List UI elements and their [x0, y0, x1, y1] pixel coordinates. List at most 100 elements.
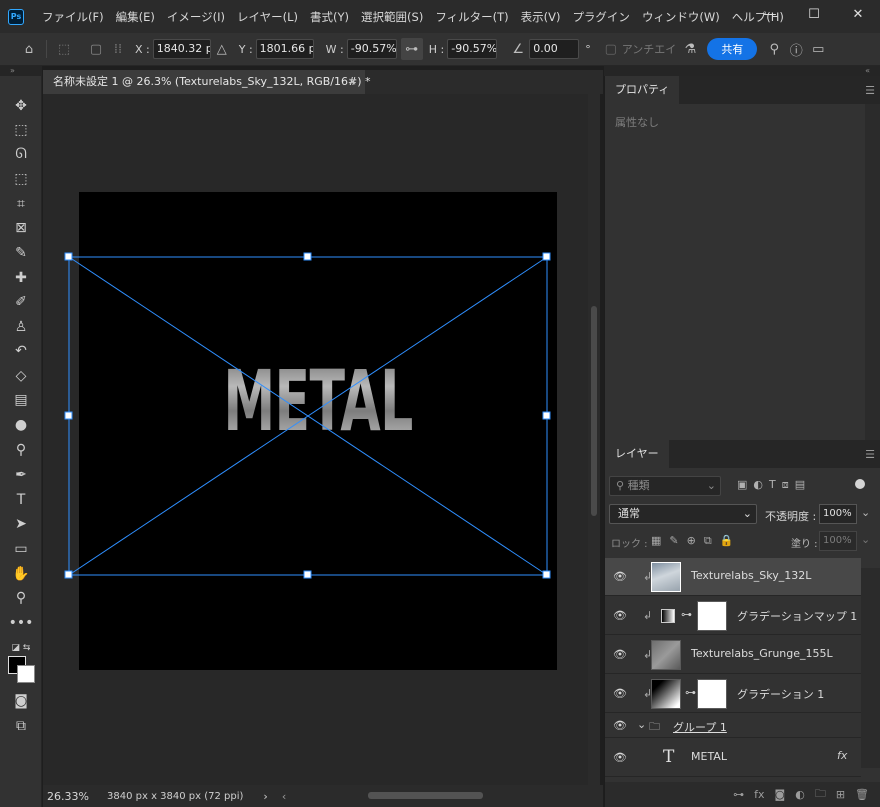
close-button[interactable]: ✕	[836, 0, 880, 28]
new-group-icon[interactable]: 🗀	[815, 785, 826, 804]
menu-view[interactable]: 表示(V)	[515, 9, 567, 25]
lasso-tool-icon[interactable]: ᘏ	[9, 144, 33, 164]
visibility-eye-icon[interactable]: 👁	[613, 609, 627, 622]
properties-tab[interactable]: プロパティ	[605, 76, 680, 104]
adjustment-layer-icon[interactable]: ◐	[795, 788, 805, 801]
eyedropper-tool-icon[interactable]: ✎	[9, 243, 33, 263]
new-layer-icon[interactable]: ⊞	[836, 788, 845, 801]
add-style-icon[interactable]: fx	[754, 788, 764, 801]
transform-handle-right[interactable]	[542, 411, 551, 420]
layers-tab[interactable]: レイヤー	[605, 440, 669, 468]
properties-scrollbar[interactable]	[865, 104, 880, 440]
path-selection-tool-icon[interactable]: ➤	[9, 514, 33, 534]
transform-handle-bottom[interactable]	[303, 570, 312, 579]
layer-mask-thumbnail[interactable]	[697, 679, 727, 709]
dodge-tool-icon[interactable]: ⚲	[9, 440, 33, 460]
fx-icon[interactable]: fx	[837, 749, 847, 762]
more-tools-icon[interactable]: •••	[9, 613, 34, 633]
rectangle-tool-icon[interactable]: ▭	[9, 539, 33, 559]
link-layers-icon[interactable]: ⊶	[733, 788, 744, 801]
canvas-area[interactable]: METAL	[43, 94, 588, 785]
delete-layer-icon[interactable]: 🗑	[855, 788, 869, 801]
filter-toggle-icon[interactable]	[855, 479, 865, 489]
menu-plugins[interactable]: プラグイン	[566, 9, 636, 25]
transform-bounding-box[interactable]	[43, 94, 588, 785]
layer-row-group[interactable]: 👁 ⌄ 🗀 グループ 1	[605, 714, 861, 738]
mask-link-icon[interactable]: ⊶	[685, 686, 696, 699]
visibility-eye-icon[interactable]: 👁	[613, 570, 627, 583]
link-icon[interactable]: ⊶	[400, 38, 423, 60]
panel-collapse-strip[interactable]: «	[604, 66, 880, 76]
transform-handle-left[interactable]	[64, 411, 73, 420]
mask-link-icon[interactable]: ⊶	[681, 608, 692, 621]
rotation-field[interactable]: 0.00	[529, 39, 580, 59]
clone-stamp-tool-icon[interactable]: ♙	[9, 317, 33, 337]
minimize-button[interactable]: —	[748, 0, 792, 28]
transform-handle-bottom-left[interactable]	[64, 570, 73, 579]
menu-edit[interactable]: 編集(E)	[110, 9, 161, 25]
chevron-down-icon[interactable]: ⌄	[637, 718, 646, 731]
width-field[interactable]: -90.57%	[346, 39, 397, 59]
layer-row-metal-text[interactable]: 👁 T METAL fx	[605, 739, 861, 777]
visibility-eye-icon[interactable]: 👁	[613, 687, 627, 700]
help-icon[interactable]: ⓘ	[785, 38, 807, 60]
lock-icons[interactable]: ▦✎⊕⧉🔒	[651, 534, 741, 548]
visibility-eye-icon[interactable]: 👁	[613, 648, 627, 661]
opacity-field[interactable]: 100%	[819, 504, 857, 524]
vertical-scrollbar[interactable]	[588, 94, 600, 785]
search-icon[interactable]: ⚲	[763, 38, 785, 60]
transform-handle-top-right[interactable]	[542, 252, 551, 261]
scroll-left-arrow[interactable]: ‹	[282, 790, 286, 803]
screen-mode-icon[interactable]: ⧉	[9, 716, 33, 736]
fill-chevron-icon[interactable]: ⌄	[861, 533, 870, 546]
relative-position-icon[interactable]: △	[211, 38, 233, 60]
layer-row-gradient-map[interactable]: 👁 ↲ ⊶ グラデーションマップ 1	[605, 597, 861, 635]
document-tab[interactable]: 名称未設定 1 @ 26.3% (Texturelabs_Sky_132L, R…	[43, 70, 371, 94]
pen-tool-icon[interactable]: ✒	[9, 465, 33, 485]
toolbar-collapse-strip[interactable]: »	[0, 66, 42, 76]
layer-filter-icons[interactable]: ▣◐T⧈▤	[737, 478, 811, 492]
layers-scrollbar[interactable]	[861, 568, 880, 768]
y-position-field[interactable]: 1801.66 px	[255, 39, 314, 59]
menu-filter[interactable]: フィルター(T)	[429, 9, 514, 25]
transform-handle-top[interactable]	[303, 252, 312, 261]
layers-menu-icon[interactable]: ☰	[865, 448, 875, 461]
move-tool-icon[interactable]: ✥	[9, 96, 33, 116]
hand-tool-icon[interactable]: ✋	[9, 564, 33, 584]
menu-select[interactable]: 選択範囲(S)	[355, 9, 429, 25]
height-field[interactable]: -90.57%	[447, 39, 498, 59]
menu-window[interactable]: ウィンドウ(W)	[636, 9, 726, 25]
blur-tool-icon[interactable]: ●	[9, 415, 33, 435]
frame-tool-icon[interactable]: ⊠	[9, 218, 33, 238]
vertical-scrollbar-thumb[interactable]	[591, 306, 597, 516]
reference-point-toggle-icon[interactable]: ▢	[85, 38, 107, 60]
layer-row-sky[interactable]: 👁 ↲ Texturelabs_Sky_132L	[605, 558, 861, 596]
status-menu-arrow[interactable]: ›	[263, 790, 267, 803]
type-tool-icon[interactable]: T	[9, 490, 33, 510]
history-brush-tool-icon[interactable]: ↶	[9, 341, 33, 361]
eraser-tool-icon[interactable]: ◇	[9, 366, 33, 386]
share-button[interactable]: 共有	[707, 38, 758, 60]
healing-brush-tool-icon[interactable]: ✚	[9, 268, 33, 288]
default-colors-icon[interactable]: ◪ ⇆	[9, 638, 33, 658]
flask-icon[interactable]: ⚗	[679, 38, 701, 60]
close-tab-icon[interactable]: ×	[348, 70, 357, 94]
menu-file[interactable]: ファイル(F)	[36, 9, 110, 25]
zoom-tool-icon[interactable]: ⚲	[9, 588, 33, 608]
panel-menu-icon[interactable]: ☰	[865, 84, 875, 97]
reference-point-grid-icon[interactable]: ⁞⁞	[107, 38, 129, 60]
layer-row-gradient[interactable]: 👁 ↲ ⊶ グラデーション 1	[605, 675, 861, 713]
gradient-tool-icon[interactable]: ▤	[9, 390, 33, 410]
workspace-icon[interactable]: ▭	[807, 38, 829, 60]
transform-handle-top-left[interactable]	[64, 252, 73, 261]
add-mask-icon[interactable]: ◙	[775, 788, 786, 801]
layer-mask-thumbnail[interactable]	[697, 601, 727, 631]
x-position-field[interactable]: 1840.32 px	[152, 39, 211, 59]
fill-field[interactable]: 100%	[819, 531, 857, 551]
transform-handle-bottom-right[interactable]	[542, 570, 551, 579]
home-icon[interactable]: ⌂	[18, 38, 40, 60]
horizontal-scrollbar-thumb[interactable]	[368, 792, 483, 799]
blend-mode-select[interactable]: 通常 ⌄	[609, 504, 757, 524]
antialias-checkbox-icon[interactable]: ▢	[600, 38, 622, 60]
zoom-level[interactable]: 26.33%	[47, 790, 107, 803]
